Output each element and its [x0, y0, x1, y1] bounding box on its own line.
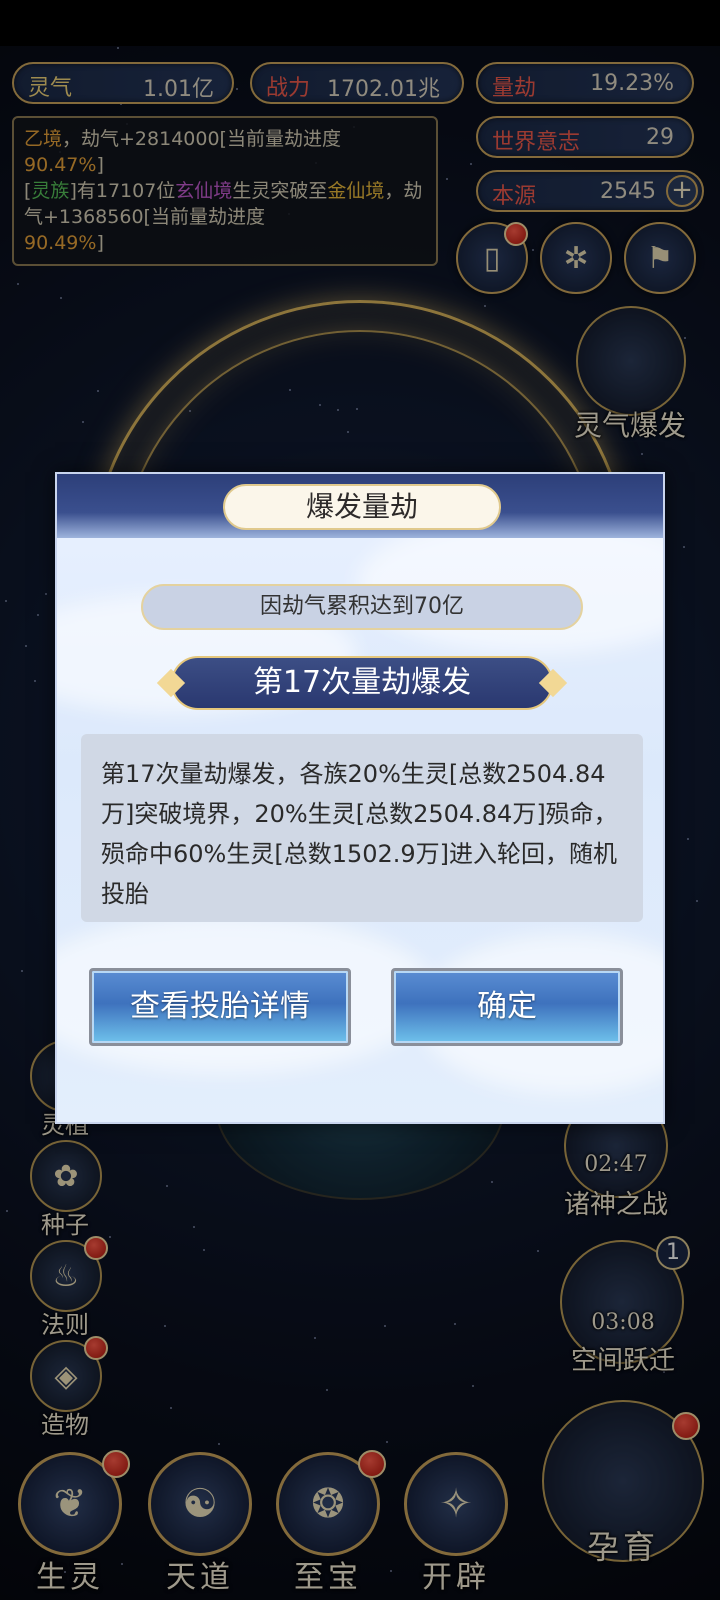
dialog-reason: 因劫气累积达到70亿 — [141, 584, 583, 630]
dialog-title: 爆发量劫 — [223, 484, 501, 530]
dialog-header: 爆发量劫 — [57, 474, 663, 538]
dialog-banner: 第17次量劫爆发 — [171, 656, 553, 710]
confirm-button[interactable]: 确定 — [391, 968, 623, 1046]
liangjie-dialog: 爆发量劫 因劫气累积达到70亿 第17次量劫爆发 第17次量劫爆发，各族20%生… — [55, 472, 665, 1124]
view-reincarnation-details-button[interactable]: 查看投胎详情 — [89, 968, 351, 1046]
status-bar — [0, 0, 720, 46]
dialog-description: 第17次量劫爆发，各族20%生灵[总数2504.84万]突破境界，20%生灵[总… — [81, 734, 643, 922]
